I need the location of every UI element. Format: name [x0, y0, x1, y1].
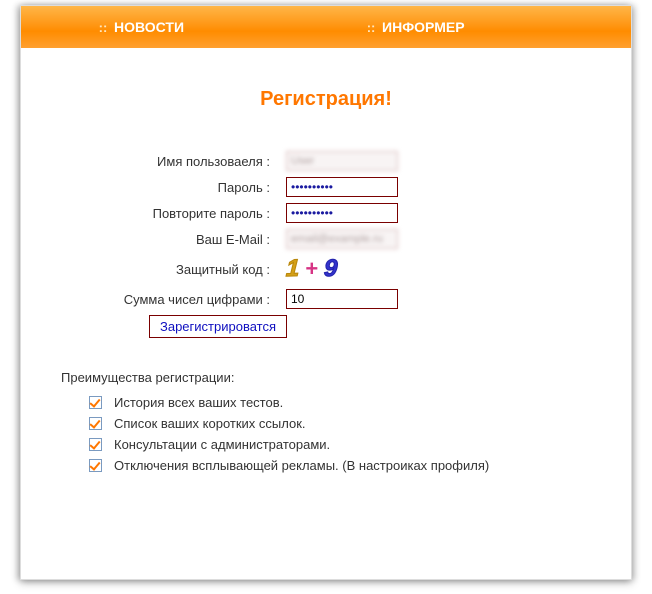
check-icon [89, 417, 102, 430]
top-nav: :: НОВОСТИ :: ИНФОРМЕР [21, 6, 631, 48]
bullet-icon: :: [96, 20, 110, 35]
page-title: Регистрация! [61, 88, 591, 111]
check-icon [89, 438, 102, 451]
sum-label: Сумма чисел цифрами : [61, 292, 286, 307]
captcha-image: 1 + 9 [286, 255, 338, 283]
nav-news-label: НОВОСТИ [114, 19, 184, 35]
list-item: Консультации с администраторами. [89, 437, 591, 452]
register-button[interactable]: Зарегистрироватся [149, 315, 287, 338]
main-panel: :: НОВОСТИ :: ИНФОРМЕР Регистрация! Имя … [20, 5, 632, 580]
list-item: Отключения всплывающей рекламы. (В настр… [89, 458, 591, 473]
password-input[interactable] [286, 177, 398, 197]
password-repeat-input[interactable] [286, 203, 398, 223]
advantage-text: История всех ваших тестов. [114, 395, 283, 410]
list-item: Список ваших коротких ссылок. [89, 416, 591, 431]
password-label: Пароль : [61, 180, 286, 195]
username-label: Имя пользоваеля : [61, 154, 286, 169]
captcha-label: Защитный код : [61, 262, 286, 277]
advantages-list: История всех ваших тестов. Список ваших … [61, 395, 591, 473]
captcha-digit-2: 9 [323, 255, 338, 283]
bullet-icon: :: [364, 20, 378, 35]
nav-news[interactable]: :: НОВОСТИ [86, 19, 204, 35]
content: Регистрация! Имя пользоваеля : User Паро… [21, 48, 631, 509]
email-input[interactable]: email@example.ru [286, 229, 398, 249]
password2-label: Повторите пароль : [61, 206, 286, 221]
username-input[interactable]: User [286, 151, 398, 171]
nav-informer[interactable]: :: ИНФОРМЕР [354, 19, 485, 35]
advantage-text: Консультации с администраторами. [114, 437, 330, 452]
captcha-digit-1: 1 [285, 255, 300, 283]
email-label: Ваш E-Mail : [61, 232, 286, 247]
advantage-text: Отключения всплывающей рекламы. (В настр… [114, 458, 489, 473]
list-item: История всех ваших тестов. [89, 395, 591, 410]
check-icon [89, 459, 102, 472]
nav-informer-label: ИНФОРМЕР [382, 19, 465, 35]
advantages-title: Преимущества регистрации: [61, 370, 591, 385]
advantage-text: Список ваших коротких ссылок. [114, 416, 306, 431]
captcha-operator: + [305, 256, 318, 282]
captcha-sum-input[interactable] [286, 289, 398, 309]
check-icon [89, 396, 102, 409]
advantages-section: Преимущества регистрации: История всех в… [61, 370, 591, 473]
